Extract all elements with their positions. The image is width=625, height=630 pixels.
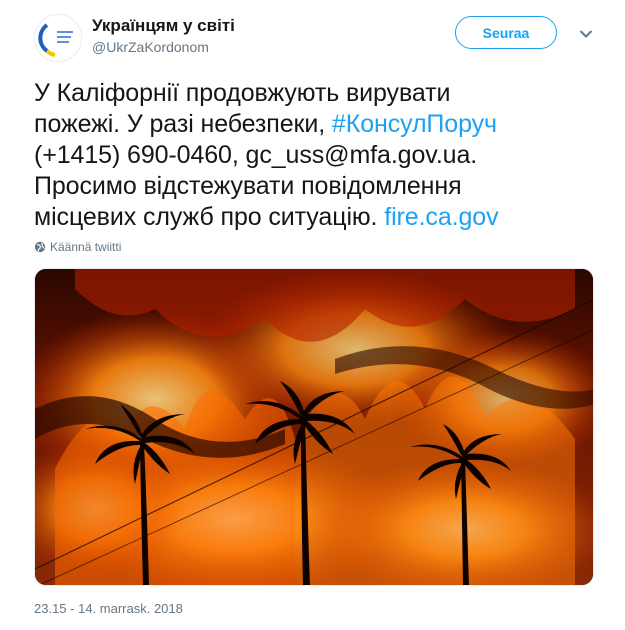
hashtag-link[interactable]: #КонсулПоруч — [332, 110, 497, 138]
tweet-text-line: (+1415) 690-0460, gc_uss@mfa.gov.ua. — [34, 141, 478, 169]
translate-label[interactable]: Käännä twiitti — [50, 240, 121, 254]
url-link[interactable]: fire.ca.gov — [384, 203, 498, 231]
wildfire-photo[interactable] — [34, 268, 594, 586]
tweet-text-line: У Каліфорнії продовжують вирувати — [34, 79, 451, 107]
avatar[interactable] — [34, 14, 82, 62]
tweet-text-line: місцевих служб про ситуацію. fire.ca.gov — [34, 202, 594, 233]
tweet-timestamp[interactable]: 23.15 - 14. marrask. 2018 — [34, 601, 183, 616]
chevron-down-icon[interactable] — [579, 27, 593, 41]
author-handle[interactable]: @UkrZaKordonom — [92, 38, 235, 56]
tweet-text-segment: пожежі. У разі небезпеки, — [34, 110, 332, 138]
follow-button[interactable]: Seuraa — [455, 16, 557, 49]
tweet-text-line: пожежі. У разі небезпеки, #КонсулПоруч — [34, 109, 594, 140]
tweet-text-line: Просимо відстежувати повідомлення — [34, 172, 462, 200]
tweet-text-segment: місцевих служб про ситуацію. — [34, 203, 385, 231]
tweet-text: У Каліфорнії продовжують вирувати пожежі… — [34, 78, 594, 233]
translate-tweet-link[interactable]: Käännä twiitti — [34, 240, 121, 254]
author-display-name[interactable]: Українцям у світі — [92, 16, 235, 36]
globe-icon — [34, 241, 46, 253]
author-info[interactable]: Українцям у світі @UkrZaKordonom — [92, 16, 235, 56]
tweet-card: Українцям у світі @UkrZaKordonom Seuraa … — [0, 0, 625, 630]
consular-service-logo-icon — [35, 15, 81, 61]
